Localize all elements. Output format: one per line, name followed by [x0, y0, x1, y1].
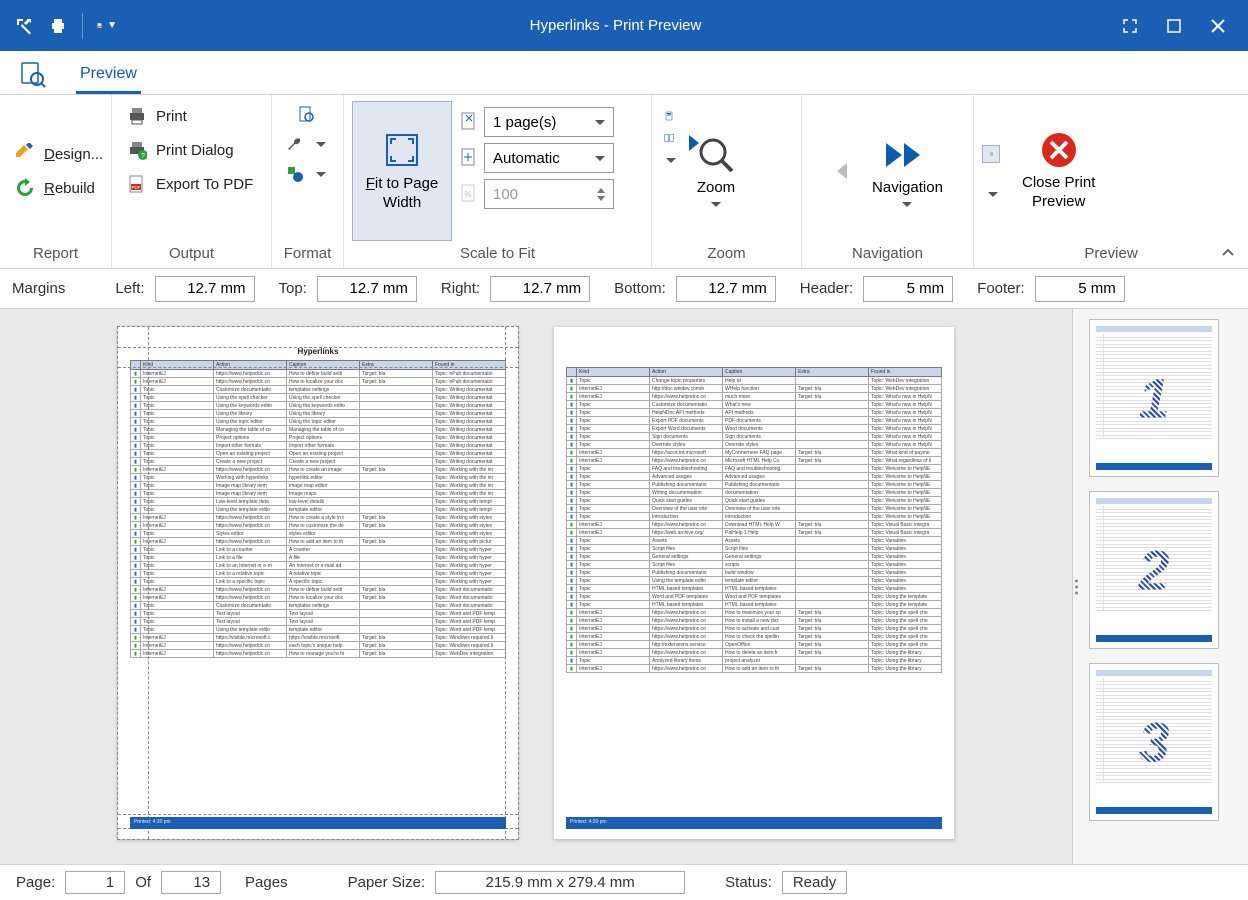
- nav-next-button[interactable]: [680, 129, 708, 157]
- rebuild-button[interactable]: Rebuild: [8, 173, 109, 203]
- visibility-icon[interactable]: [982, 185, 1000, 203]
- rebuild-label: Rebuild: [44, 180, 95, 197]
- page-zoom-icon: [297, 105, 315, 123]
- panel-resize-grip[interactable]: [1075, 579, 1078, 594]
- status-bar: Page: 1 Of 13 Pages Paper Size: 215.9 mm…: [0, 864, 1248, 900]
- thumbnail-3[interactable]: 3: [1089, 663, 1219, 821]
- print-dialog-icon: ?: [126, 139, 148, 161]
- page-horiz-icon: [460, 149, 478, 167]
- design-button[interactable]: Design...: [8, 139, 109, 169]
- navigation-button[interactable]: Navigation: [868, 133, 947, 209]
- qat-print-icon[interactable]: [48, 16, 68, 36]
- workspace: Hyperlinks KindActionCaptionExtraFound i…: [0, 309, 1248, 864]
- qat-export-icon[interactable]: [14, 16, 34, 36]
- wrench-icon: [286, 135, 304, 153]
- design-icon: [14, 143, 36, 165]
- format-wrench-button[interactable]: [280, 131, 332, 157]
- ribbon: Design... Rebuild Report Print ? Print D…: [0, 95, 1248, 269]
- pages-combo[interactable]: 1 page(s): [484, 107, 614, 137]
- focus-mode-icon[interactable]: [1118, 14, 1142, 38]
- design-label: Design...: [44, 146, 103, 163]
- layout-toggle-icon[interactable]: [982, 145, 1000, 163]
- margin-right-input[interactable]: [490, 276, 590, 302]
- group-scale-label: Scale to Fit: [352, 241, 643, 266]
- preview-page-1: Hyperlinks KindActionCaptionExtraFound i…: [118, 327, 518, 839]
- thumbnail-1[interactable]: 1: [1089, 319, 1219, 477]
- page-icon: [460, 113, 478, 131]
- group-format-label: Format: [280, 241, 335, 266]
- maximize-icon[interactable]: [1162, 14, 1186, 38]
- margins-bar: Margins Left: Top: Right: Bottom: Header…: [0, 269, 1248, 309]
- margin-bottom-input[interactable]: [676, 276, 776, 302]
- export-pdf-button[interactable]: PDF Export To PDF: [120, 169, 259, 199]
- preview-page-2: KindActionCaptionExtraFound in▮TopicChan…: [554, 327, 954, 839]
- multi-page-icon[interactable]: [660, 151, 678, 169]
- group-output-label: Output: [120, 241, 263, 266]
- margin-left-input[interactable]: [155, 276, 255, 302]
- shapes-icon: [286, 165, 304, 183]
- ribbon-collapse-icon[interactable]: [1218, 242, 1238, 262]
- thumbnail-2[interactable]: 2: [1089, 491, 1219, 649]
- export-pdf-icon: PDF: [126, 173, 148, 195]
- single-page-icon[interactable]: [660, 107, 678, 125]
- fit-width-icon: [381, 129, 423, 171]
- print-dialog-button[interactable]: ? Print Dialog: [120, 135, 259, 165]
- percent-icon: %: [460, 185, 478, 203]
- close-icon[interactable]: [1206, 14, 1230, 38]
- rebuild-icon: [14, 177, 36, 199]
- svg-text:%: %: [464, 190, 471, 199]
- status-paper-value: 215.9 mm x 279.4 mm: [435, 871, 685, 894]
- tab-strip: Preview: [0, 51, 1248, 95]
- svg-text:?: ?: [141, 153, 145, 160]
- fit-page-width-button[interactable]: Fit to PageWidth: [352, 101, 452, 241]
- print-button[interactable]: Print: [120, 101, 259, 131]
- file-icon[interactable]: [12, 60, 52, 90]
- print-icon: [126, 105, 148, 127]
- nav-fast-icon: [880, 135, 934, 175]
- close-red-icon: [1039, 130, 1079, 170]
- svg-text:PDF: PDF: [132, 185, 141, 190]
- qat-pdf-dropdown[interactable]: PDF▼: [97, 16, 117, 36]
- window-title: Hyperlinks - Print Preview: [131, 17, 1100, 34]
- margin-footer-input[interactable]: [1035, 276, 1125, 302]
- zoom-button[interactable]: Zoom: [684, 101, 748, 241]
- group-report-label: Report: [8, 241, 103, 266]
- close-preview-button[interactable]: Close PrintPreview: [1010, 101, 1107, 241]
- format-shapes-button[interactable]: [280, 161, 332, 187]
- status-of-value: 13: [161, 871, 221, 894]
- group-preview-label: Preview: [982, 241, 1240, 266]
- nav-prev-button[interactable]: [828, 157, 856, 185]
- zoom-spin[interactable]: 100: [484, 179, 614, 209]
- group-nav-label: Navigation: [810, 241, 965, 266]
- group-zoom-label: Zoom: [660, 241, 793, 266]
- format-zoom-button[interactable]: [291, 101, 321, 127]
- thumbnail-panel: 1 2 3: [1072, 309, 1248, 864]
- margins-label: Margins: [12, 280, 65, 297]
- status-page-value: 1: [65, 871, 125, 894]
- margin-top-input[interactable]: [317, 276, 417, 302]
- auto-combo[interactable]: Automatic: [484, 143, 614, 173]
- two-page-icon[interactable]: [660, 129, 678, 147]
- status-ready-value: Ready: [782, 871, 847, 894]
- titlebar: PDF▼ Hyperlinks - Print Preview: [0, 0, 1248, 51]
- preview-canvas[interactable]: Hyperlinks KindActionCaptionExtraFound i…: [0, 309, 1072, 864]
- margin-header-input[interactable]: [863, 276, 953, 302]
- tab-preview[interactable]: Preview: [76, 57, 141, 94]
